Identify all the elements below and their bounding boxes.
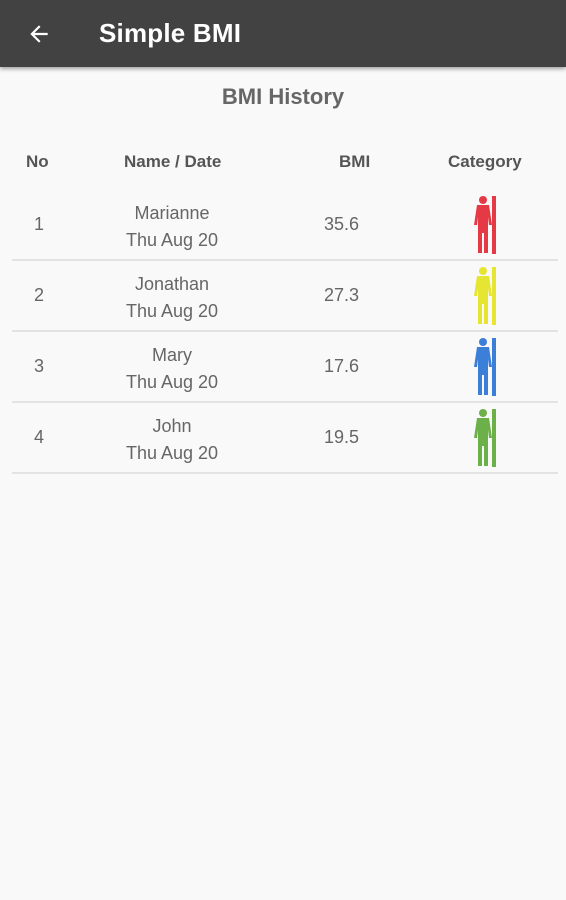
row-number: 1	[34, 214, 45, 234]
person-icon	[474, 409, 496, 467]
person-icon	[474, 338, 496, 396]
app-bar: Simple BMI	[0, 0, 566, 67]
name-date-cell: Marianne Thu Aug 20	[72, 200, 272, 254]
row-number: 3	[34, 356, 45, 376]
table-row[interactable]: 4 John Thu Aug 20 19.5	[12, 403, 558, 474]
row-name: Mary	[152, 345, 192, 365]
row-date: Thu Aug 20	[125, 372, 219, 392]
row-name: Marianne	[134, 203, 210, 223]
name-date-cell: Mary Thu Aug 20	[72, 342, 272, 396]
row-name: John	[152, 416, 192, 436]
row-number: 2	[34, 285, 45, 305]
column-header-bmi: BMI	[339, 152, 371, 171]
bmi-history-table: No Name / Date BMI Category 1 Marianne T…	[12, 140, 558, 474]
row-date: Thu Aug 20	[125, 230, 219, 250]
name-date-cell: John Thu Aug 20	[72, 413, 272, 467]
row-bmi-value: 17.6	[324, 356, 360, 376]
page-title: BMI History	[221, 84, 345, 109]
row-date: Thu Aug 20	[125, 301, 219, 321]
name-date-cell: Jonathan Thu Aug 20	[72, 271, 272, 325]
table-row[interactable]: 2 Jonathan Thu Aug 20 27.3	[12, 261, 558, 332]
row-bmi-value: 27.3	[324, 285, 360, 305]
row-date: Thu Aug 20	[125, 443, 219, 463]
row-name: Jonathan	[134, 274, 210, 294]
table-header: No Name / Date BMI Category	[12, 140, 558, 184]
person-icon	[474, 196, 496, 254]
arrow-left-icon	[30, 24, 48, 43]
column-header-category: Category	[448, 152, 522, 171]
column-header-name-date: Name / Date	[124, 152, 222, 171]
row-bmi-value: 35.6	[324, 214, 360, 234]
app-title: Simple BMI	[99, 18, 242, 48]
row-number: 4	[34, 427, 45, 447]
table-row[interactable]: 3 Mary Thu Aug 20 17.6	[12, 332, 558, 403]
row-bmi-value: 19.5	[324, 427, 360, 447]
person-icon	[474, 267, 496, 325]
back-button[interactable]	[19, 14, 59, 54]
table-row[interactable]: 1 Marianne Thu Aug 20 35.6	[12, 190, 558, 261]
column-header-no: No	[26, 152, 49, 171]
